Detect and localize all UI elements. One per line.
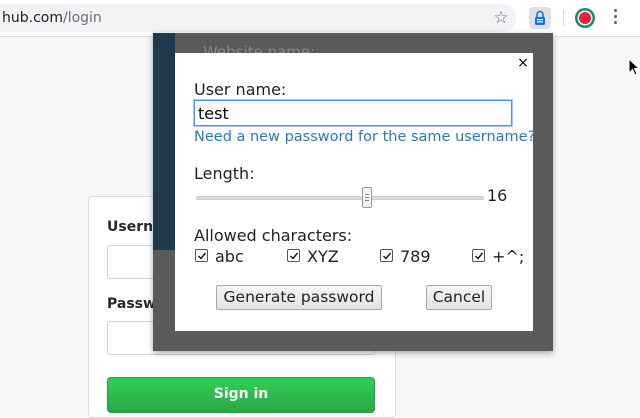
length-slider-thumb[interactable] bbox=[362, 187, 372, 208]
username-label: User name: bbox=[194, 80, 287, 99]
url-text: hub.com/login bbox=[2, 10, 102, 26]
close-icon[interactable]: × bbox=[516, 55, 530, 71]
checkbox-xyz[interactable] bbox=[287, 249, 300, 262]
checkbox-abc[interactable] bbox=[195, 249, 208, 262]
toolbar-separator bbox=[563, 10, 564, 26]
sign-in-button[interactable]: Sign in bbox=[107, 377, 375, 413]
url-host: hub.com bbox=[2, 10, 63, 26]
length-value: 16 bbox=[487, 186, 508, 205]
checkbox-789[interactable] bbox=[380, 249, 393, 262]
charset-label: +^; bbox=[492, 247, 525, 266]
url-path: /login bbox=[62, 10, 102, 26]
lock-extension-icon[interactable] bbox=[529, 7, 551, 29]
charset-label: abc bbox=[215, 247, 244, 266]
menu-dots-icon[interactable] bbox=[614, 9, 620, 27]
generate-password-button[interactable]: Generate password bbox=[216, 285, 382, 310]
password-dialog: × User name: Need a new password for the… bbox=[175, 53, 535, 331]
cancel-button[interactable]: Cancel bbox=[426, 285, 492, 310]
star-icon[interactable]: ☆ bbox=[492, 9, 510, 27]
address-bar[interactable]: hub.com/login ☆ bbox=[0, 4, 516, 32]
browser-toolbar: hub.com/login ☆ bbox=[0, 0, 640, 37]
length-label: Length: bbox=[194, 164, 255, 183]
checkbox-symbols[interactable] bbox=[472, 249, 485, 262]
popup-sidebar bbox=[153, 33, 175, 250]
charset-label: XYZ bbox=[307, 247, 339, 266]
length-slider[interactable] bbox=[196, 196, 484, 200]
new-password-link[interactable]: Need a new password for the same usernam… bbox=[194, 129, 535, 145]
mouse-cursor-icon bbox=[628, 58, 640, 76]
allowed-characters-label: Allowed characters: bbox=[194, 226, 353, 245]
username-input[interactable] bbox=[194, 100, 512, 126]
record-extension-icon[interactable] bbox=[574, 7, 596, 29]
charset-label: 789 bbox=[400, 247, 431, 266]
